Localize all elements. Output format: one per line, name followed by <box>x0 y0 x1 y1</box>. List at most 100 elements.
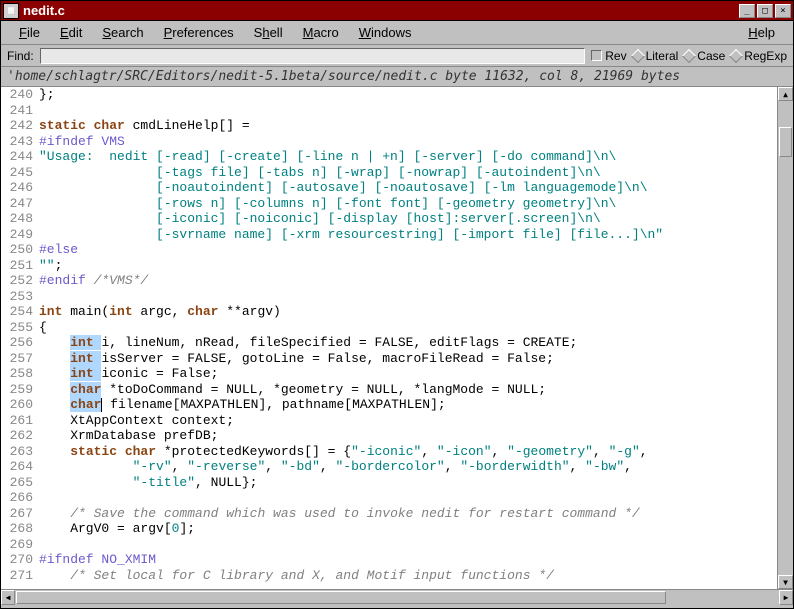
line-content: /* Save the command which was used to in… <box>39 506 640 522</box>
code-line[interactable]: 251""; <box>3 258 777 274</box>
titlebar[interactable]: ▦ nedit.c _ □ × <box>1 1 793 21</box>
line-number: 271 <box>3 568 39 584</box>
case-toggle[interactable]: Case <box>684 49 725 63</box>
line-number: 253 <box>3 289 39 305</box>
menu-macro[interactable]: Macro <box>293 23 349 42</box>
menu-shell[interactable]: Shell <box>244 23 293 42</box>
line-number: 251 <box>3 258 39 274</box>
code-line[interactable]: 248 [-iconic] [-noiconic] [-display [hos… <box>3 211 777 227</box>
menu-search[interactable]: Search <box>92 23 153 42</box>
line-content: "-title", NULL}; <box>39 475 257 491</box>
close-button[interactable]: × <box>775 4 791 18</box>
code-line[interactable]: 260 char filename[MAXPATHLEN], pathname[… <box>3 397 777 413</box>
code-line[interactable]: 241 <box>3 103 777 119</box>
line-number: 256 <box>3 335 39 351</box>
regexp-toggle[interactable]: RegExp <box>731 49 787 63</box>
code-line[interactable]: 247 [-rows n] [-columns n] [-font font] … <box>3 196 777 212</box>
code-line[interactable]: 254int main(int argc, char **argv) <box>3 304 777 320</box>
code-line[interactable]: 250#else <box>3 242 777 258</box>
horizontal-scrollbar[interactable]: ◀ ▶ <box>1 589 793 605</box>
line-number: 245 <box>3 165 39 181</box>
line-number: 249 <box>3 227 39 243</box>
line-number: 270 <box>3 552 39 568</box>
line-content: char *toDoCommand = NULL, *geometry = NU… <box>39 382 546 398</box>
line-content: [-iconic] [-noiconic] [-display [host]:s… <box>39 211 601 227</box>
code-line[interactable]: 252#endif /*VMS*/ <box>3 273 777 289</box>
code-line[interactable]: 256 int i, lineNum, nRead, fileSpecified… <box>3 335 777 351</box>
code-line[interactable]: 265 "-title", NULL}; <box>3 475 777 491</box>
line-number: 254 <box>3 304 39 320</box>
rev-toggle[interactable]: Rev <box>591 49 626 63</box>
code-line[interactable]: 249 [-svrname name] [-xrm resourcestring… <box>3 227 777 243</box>
code-line[interactable]: 259 char *toDoCommand = NULL, *geometry … <box>3 382 777 398</box>
line-content: char filename[MAXPATHLEN], pathname[MAXP… <box>39 397 446 413</box>
line-content: int isServer = FALSE, gotoLine = False, … <box>39 351 554 367</box>
menu-help[interactable]: Help <box>738 23 785 42</box>
line-number: 244 <box>3 149 39 165</box>
maximize-button[interactable]: □ <box>757 4 773 18</box>
code-editor[interactable]: 240};241242static char cmdLineHelp[] =24… <box>1 87 777 589</box>
line-content: "Usage: nedit [-read] [-create] [-line n… <box>39 149 616 165</box>
line-number: 258 <box>3 366 39 382</box>
line-content: { <box>39 320 47 336</box>
line-number: 266 <box>3 490 39 506</box>
menu-edit[interactable]: Edit <box>50 23 92 42</box>
code-line[interactable]: 264 "-rv", "-reverse", "-bd", "-borderco… <box>3 459 777 475</box>
code-line[interactable]: 253 <box>3 289 777 305</box>
line-content: #ifndef VMS <box>39 134 125 150</box>
code-line[interactable]: 258 int iconic = False; <box>3 366 777 382</box>
line-number: 240 <box>3 87 39 103</box>
system-menu-icon[interactable]: ▦ <box>3 3 19 19</box>
checkbox-icon <box>591 50 602 61</box>
line-number: 267 <box>3 506 39 522</box>
line-number: 268 <box>3 521 39 537</box>
code-line[interactable]: 266 <box>3 490 777 506</box>
literal-toggle[interactable]: Literal <box>633 49 679 63</box>
code-line[interactable]: 243#ifndef VMS <box>3 134 777 150</box>
scroll-right-icon[interactable]: ▶ <box>779 590 793 605</box>
code-line[interactable]: 246 [-noautoindent] [-autosave] [-noauto… <box>3 180 777 196</box>
code-line[interactable]: 245 [-tags file] [-tabs n] [-wrap] [-now… <box>3 165 777 181</box>
line-number: 259 <box>3 382 39 398</box>
line-number: 255 <box>3 320 39 336</box>
line-number: 241 <box>3 103 39 119</box>
code-line[interactable]: 268 ArgV0 = argv[0]; <box>3 521 777 537</box>
code-line[interactable]: 261 XtAppContext context; <box>3 413 777 429</box>
code-line[interactable]: 242static char cmdLineHelp[] = <box>3 118 777 134</box>
code-line[interactable]: 267 /* Save the command which was used t… <box>3 506 777 522</box>
code-line[interactable]: 271 /* Set local for C library and X, an… <box>3 568 777 584</box>
line-content: #else <box>39 242 78 258</box>
code-line[interactable]: 270#ifndef NO_XMIM <box>3 552 777 568</box>
hscroll-thumb[interactable] <box>16 591 666 604</box>
line-number: 248 <box>3 211 39 227</box>
code-line[interactable]: 244"Usage: nedit [-read] [-create] [-lin… <box>3 149 777 165</box>
code-line[interactable]: 257 int isServer = FALSE, gotoLine = Fal… <box>3 351 777 367</box>
code-line[interactable]: 255{ <box>3 320 777 336</box>
scroll-up-icon[interactable]: ▲ <box>778 87 793 101</box>
scroll-thumb[interactable] <box>779 127 792 157</box>
line-number: 264 <box>3 459 39 475</box>
line-number: 263 <box>3 444 39 460</box>
line-number: 257 <box>3 351 39 367</box>
line-number: 252 <box>3 273 39 289</box>
code-line[interactable]: 240}; <box>3 87 777 103</box>
line-content: XtAppContext context; <box>39 413 234 429</box>
menu-windows[interactable]: Windows <box>349 23 422 42</box>
diamond-icon <box>729 48 743 62</box>
line-number: 242 <box>3 118 39 134</box>
code-line[interactable]: 263 static char *protectedKeywords[] = {… <box>3 444 777 460</box>
find-input[interactable] <box>40 48 586 64</box>
line-content: [-noautoindent] [-autosave] [-noautosave… <box>39 180 648 196</box>
code-line[interactable]: 269 <box>3 537 777 553</box>
menu-file[interactable]: File <box>9 23 50 42</box>
vertical-scrollbar[interactable]: ▲ ▼ <box>777 87 793 589</box>
line-number: 247 <box>3 196 39 212</box>
code-line[interactable]: 262 XrmDatabase prefDB; <box>3 428 777 444</box>
menu-preferences[interactable]: Preferences <box>154 23 244 42</box>
line-content: ArgV0 = argv[0]; <box>39 521 195 537</box>
scroll-down-icon[interactable]: ▼ <box>778 575 793 589</box>
minimize-button[interactable]: _ <box>739 4 755 18</box>
line-content: static char *protectedKeywords[] = {"-ic… <box>39 444 648 460</box>
scroll-left-icon[interactable]: ◀ <box>1 590 15 605</box>
line-content: }; <box>39 87 55 103</box>
